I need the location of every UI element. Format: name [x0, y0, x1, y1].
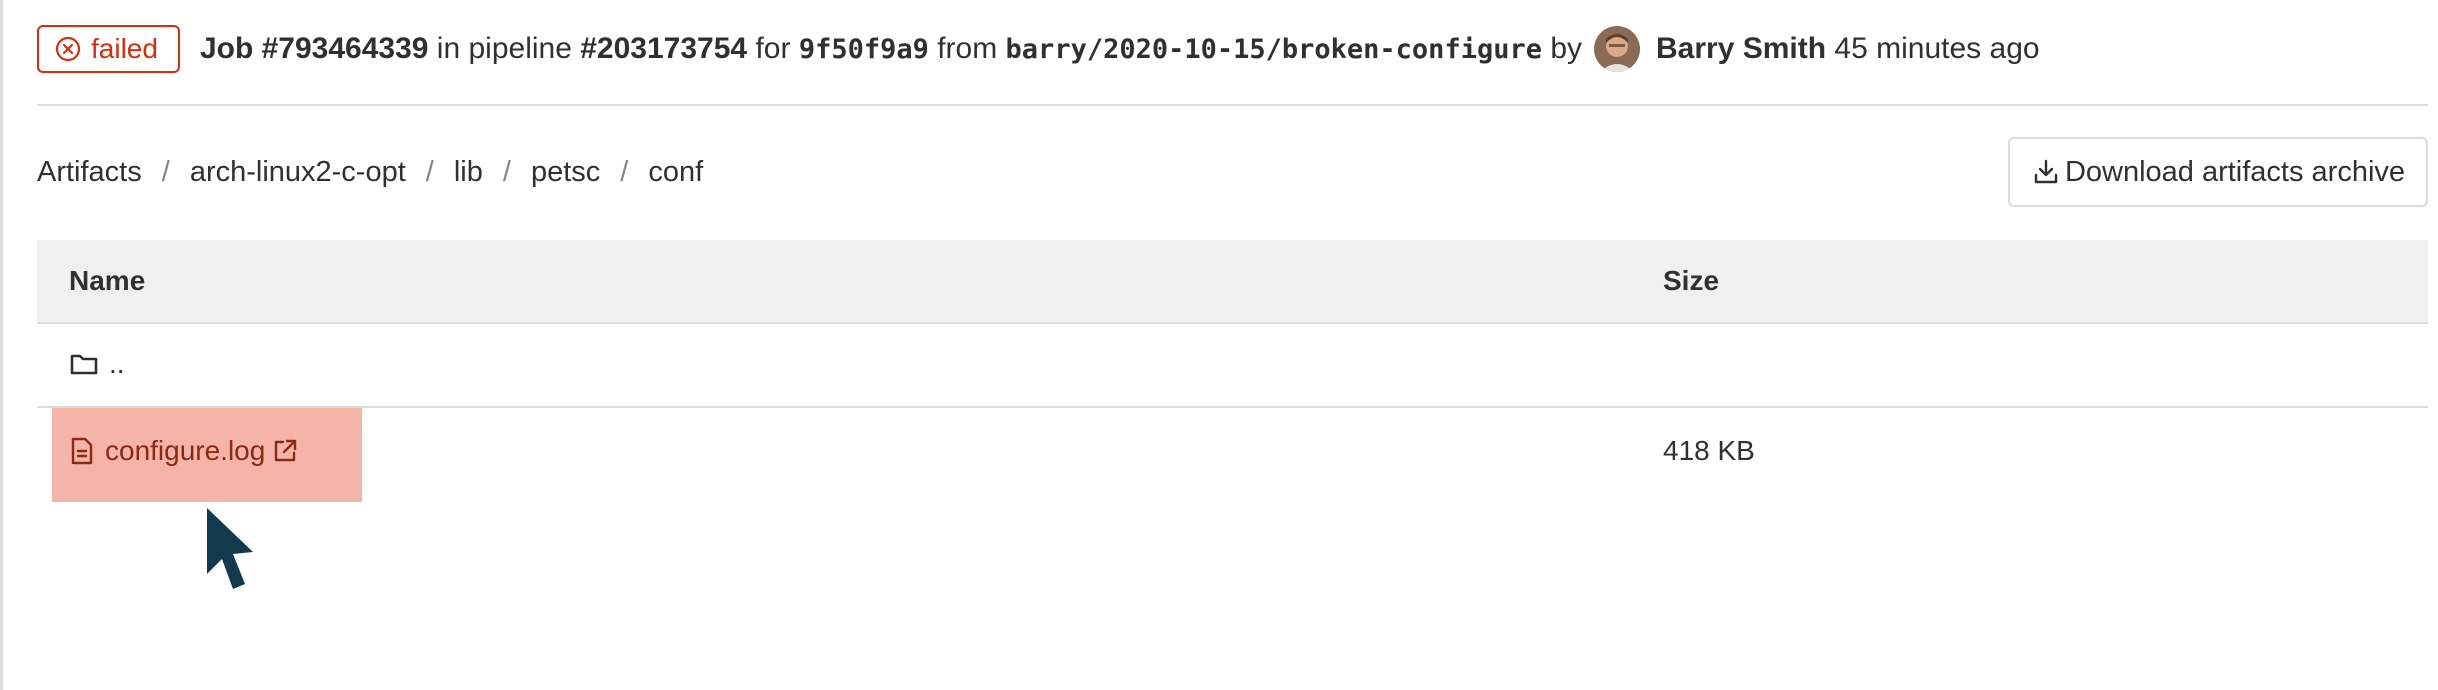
breadcrumb: Artifacts / arch-linux2-c-opt / lib / pe…: [37, 150, 703, 194]
download-button-label: Download artifacts archive: [2064, 155, 2406, 188]
job-artifacts-page: failed Job #793464339 in pipeline #20317…: [0, 0, 2438, 690]
artifacts-table: Name Size .. configure.log 418 KB: [37, 240, 2428, 502]
breadcrumb-item-arch-linux2-c-opt[interactable]: arch-linux2-c-opt: [190, 156, 406, 189]
folder-icon: [69, 349, 99, 379]
download-artifacts-button[interactable]: Download artifacts archive: [2008, 137, 2428, 207]
for-text: for: [755, 32, 791, 65]
table-header: Name Size: [37, 240, 2428, 324]
pipeline-id[interactable]: #203173754: [580, 32, 747, 66]
author-name[interactable]: Barry Smith: [1656, 32, 1826, 66]
table-row: configure.log 418 KB: [37, 408, 2428, 502]
download-icon: [2031, 157, 2061, 187]
breadcrumb-item-artifacts[interactable]: Artifacts: [37, 156, 142, 189]
parent-directory-label: ..: [109, 348, 125, 379]
status-badge[interactable]: failed: [37, 25, 180, 73]
breadcrumb-item-petsc[interactable]: petsc: [531, 156, 600, 189]
breadcrumb-separator: /: [161, 155, 170, 188]
job-id: Job #793464339: [199, 32, 429, 65]
column-header-name: Name: [69, 265, 146, 296]
failed-status-icon: [55, 36, 81, 62]
parent-directory-link[interactable]: ..: [69, 348, 125, 380]
table-row-parent[interactable]: ..: [37, 324, 2428, 408]
in-pipeline-text: in pipeline: [436, 32, 572, 65]
header-divider: [37, 104, 2428, 106]
avatar[interactable]: [1594, 26, 1641, 72]
breadcrumb-item-lib[interactable]: lib: [454, 156, 483, 189]
file-link-configure-log[interactable]: configure.log: [69, 435, 299, 467]
job-header: failed Job #793464339 in pipeline #20317…: [37, 24, 2040, 74]
time-ago: 45 minutes ago: [1834, 32, 2040, 65]
breadcrumb-item-conf: conf: [648, 155, 704, 188]
external-link-icon[interactable]: [271, 437, 299, 465]
by-text: by: [1550, 32, 1583, 65]
pointer-arrow-icon: [207, 508, 253, 589]
breadcrumb-separator: /: [425, 155, 434, 188]
column-header-size: Size: [1663, 265, 1720, 296]
branch-name[interactable]: barry/2020-10-15/broken-configure: [1006, 34, 1542, 65]
file-name: configure.log: [105, 435, 266, 466]
breadcrumb-separator: /: [620, 155, 629, 188]
file-size: 418 KB: [1663, 435, 1755, 466]
from-text: from: [937, 32, 998, 65]
commit-sha[interactable]: 9f50f9a9: [799, 34, 929, 65]
status-label: failed: [91, 33, 158, 64]
file-icon: [69, 436, 95, 466]
breadcrumb-separator: /: [502, 155, 511, 188]
